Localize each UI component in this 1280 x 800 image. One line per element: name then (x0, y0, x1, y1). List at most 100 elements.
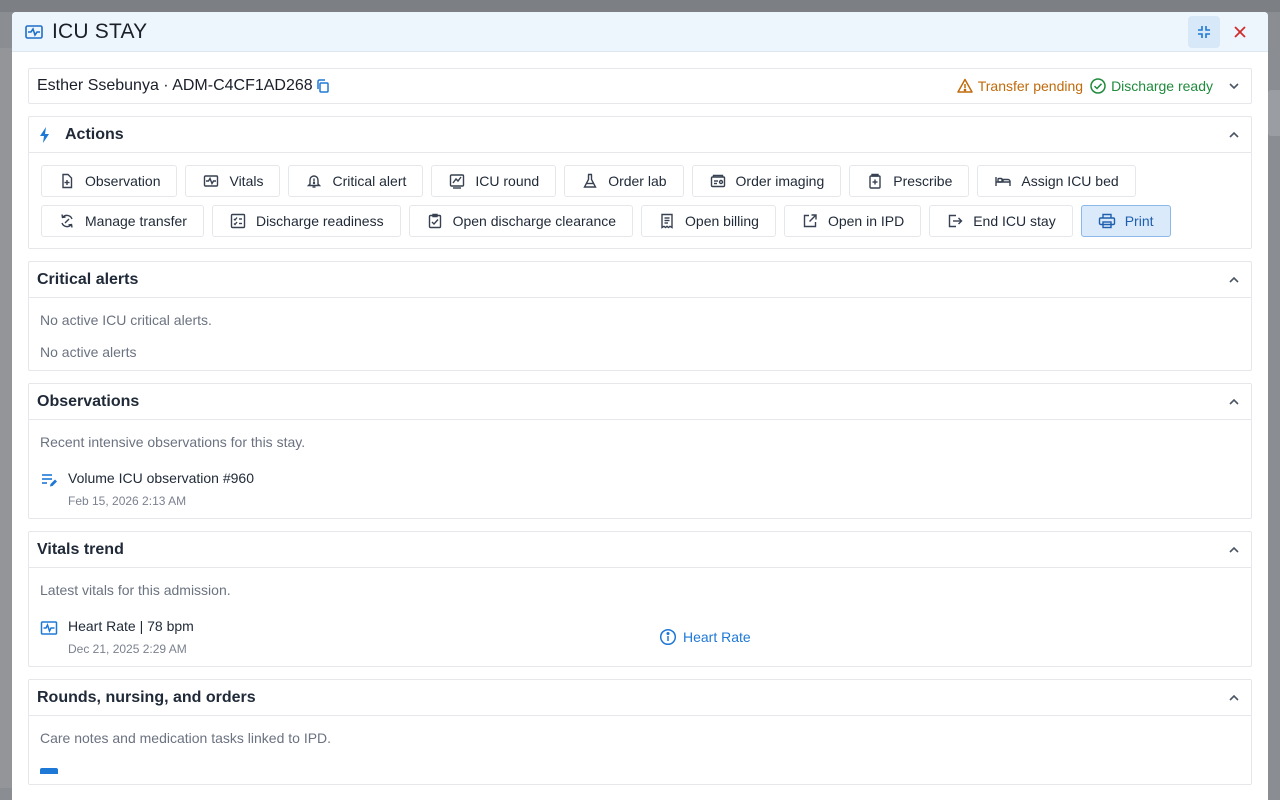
chevron-down-icon[interactable] (1225, 77, 1243, 95)
list-item[interactable]: Volume ICU observation #960 Feb 15, 2026… (40, 470, 1240, 508)
list-item-content: Volume ICU observation #960 Feb 15, 2026… (68, 470, 254, 508)
end-icu-stay-button[interactable]: End ICU stay (929, 205, 1073, 237)
vitals-trend-body: Latest vitals for this admission. Heart … (29, 568, 1251, 666)
chevron-up-icon[interactable] (1225, 271, 1243, 289)
modal-content: Esther Ssebunya · ADM-C4CF1AD268 Transfe… (12, 52, 1268, 785)
empty-state-text: No active alerts (40, 344, 137, 360)
button-label: Open billing (685, 213, 759, 229)
prescribe-button[interactable]: Prescribe (849, 165, 970, 197)
order-lab-button[interactable]: Order lab (564, 165, 684, 197)
file-plus-icon (58, 172, 76, 190)
modal-header: ICU STAY (12, 12, 1268, 52)
checklist-icon (229, 212, 247, 230)
lightning-icon (37, 126, 55, 144)
rounds-header[interactable]: Rounds, nursing, and orders (29, 680, 1251, 716)
button-label: Print (1124, 213, 1154, 229)
list-item-timestamp: Feb 15, 2026 2:13 AM (68, 494, 187, 508)
status-badge-label: Discharge ready (1111, 78, 1213, 94)
button-label: Vitals (229, 173, 264, 189)
button-label: Open in IPD (827, 213, 905, 229)
button-label: End ICU stay (973, 213, 1056, 229)
chevron-up-icon[interactable] (1225, 393, 1243, 411)
warning-triangle-icon (956, 78, 973, 93)
button-label: Assign ICU bed (1021, 173, 1119, 189)
patient-label: Esther Ssebunya · ADM-C4CF1AD268 (37, 77, 313, 94)
vitals-button[interactable]: Vitals (185, 165, 281, 197)
rounds-title: Rounds, nursing, and orders (37, 688, 256, 706)
transfer-icon (58, 212, 76, 230)
edit-note-icon (40, 471, 58, 489)
button-label: Order lab (608, 173, 667, 189)
observations-body: Recent intensive observations for this s… (29, 420, 1251, 518)
button-label: Critical alert (332, 173, 407, 189)
section-description: Care notes and medication tasks linked t… (40, 730, 332, 746)
check-circle-icon (1090, 78, 1106, 94)
discharge-readiness-button[interactable]: Discharge readiness (211, 205, 401, 237)
button-label: Open discharge clearance (452, 213, 617, 229)
heart-rate-link[interactable]: Heart Rate (659, 618, 751, 656)
list-item-content: Heart Rate | 78 bpm Dec 21, 2025 2:29 AM (68, 618, 194, 656)
chevron-up-icon[interactable] (1225, 126, 1243, 144)
list-item[interactable]: Heart Rate | 78 bpm Dec 21, 2025 2:29 AM (40, 618, 659, 656)
button-label: Discharge readiness (255, 213, 384, 229)
close-button[interactable] (1224, 16, 1256, 48)
rounds-body: Care notes and medication tasks linked t… (29, 716, 1251, 784)
list-item-title: Heart Rate | 78 bpm (68, 618, 194, 634)
manage-transfer-button[interactable]: Manage transfer (41, 205, 204, 237)
vitals-trend-header[interactable]: Vitals trend (29, 532, 1251, 568)
status-badge-label: Transfer pending (977, 78, 1084, 94)
exit-icon (946, 212, 964, 230)
modal-title: ICU STAY (52, 19, 148, 43)
observation-button[interactable]: Observation (41, 165, 178, 197)
observations-panel: Observations Recent intensive observatio… (28, 383, 1252, 519)
backdrop-card (1268, 90, 1280, 136)
button-label: ICU round (475, 173, 540, 189)
icu-round-button[interactable]: ICU round (431, 165, 557, 197)
observations-title: Observations (37, 392, 140, 410)
button-label: Prescribe (893, 173, 953, 189)
vitals-row: Heart Rate | 78 bpm Dec 21, 2025 2:29 AM… (40, 598, 1240, 656)
rounds-panel: Rounds, nursing, and orders Care notes a… (28, 679, 1252, 785)
open-discharge-clearance-button[interactable]: Open discharge clearance (408, 205, 634, 237)
actions-buttons: Observation Vitals Critical alert ICU ro… (29, 153, 1251, 248)
critical-alerts-header[interactable]: Critical alerts (29, 262, 1251, 298)
open-billing-button[interactable]: Open billing (641, 205, 776, 237)
observations-header[interactable]: Observations (29, 384, 1251, 420)
chevron-up-icon[interactable] (1225, 689, 1243, 707)
critical-alert-button[interactable]: Critical alert (288, 165, 424, 197)
note-icon (40, 768, 58, 774)
icu-stay-modal: ICU STAY Esther Ssebunya · ADM-C4CF1AD26… (12, 12, 1268, 800)
open-in-ipd-button[interactable]: Open in IPD (783, 205, 922, 237)
printer-icon (1098, 212, 1116, 230)
collapse-icon (1198, 25, 1210, 38)
imaging-icon (709, 172, 727, 190)
critical-alerts-body: No active ICU critical alerts. No active… (29, 298, 1251, 370)
billing-icon (658, 212, 676, 230)
print-button[interactable]: Print (1080, 205, 1171, 237)
bed-icon (994, 172, 1012, 190)
empty-state-text: No active ICU critical alerts. (40, 312, 212, 328)
round-chart-icon (448, 172, 466, 190)
actions-panel: Actions Observation Vitals Critical aler… (28, 116, 1252, 249)
status-badge-discharge: Discharge ready (1089, 77, 1213, 95)
backdrop-sidebar (0, 48, 12, 788)
critical-alerts-panel: Critical alerts No active ICU critical a… (28, 261, 1252, 371)
external-link-icon (801, 212, 819, 230)
heart-monitor-icon (40, 619, 58, 637)
chevron-up-icon[interactable] (1225, 541, 1243, 559)
patient-bar: Esther Ssebunya · ADM-C4CF1AD268 Transfe… (28, 68, 1252, 104)
info-icon (659, 628, 677, 646)
actions-header[interactable]: Actions (29, 117, 1251, 153)
list-item-title: Volume ICU observation #960 (68, 470, 254, 486)
order-imaging-button[interactable]: Order imaging (691, 165, 842, 197)
button-label: Observation (85, 173, 161, 189)
status-badge-transfer: Transfer pending (956, 77, 1083, 95)
status-badges: Transfer pending Discharge ready (956, 77, 1243, 95)
assign-icu-bed-button[interactable]: Assign ICU bed (977, 165, 1136, 197)
heart-monitor-icon (202, 172, 220, 190)
copy-icon[interactable] (315, 78, 331, 94)
list-item-timestamp: Dec 21, 2025 2:29 AM (68, 642, 187, 656)
heart-monitor-icon (24, 22, 44, 42)
link-label: Heart Rate (683, 629, 751, 645)
collapse-button[interactable] (1188, 15, 1220, 48)
